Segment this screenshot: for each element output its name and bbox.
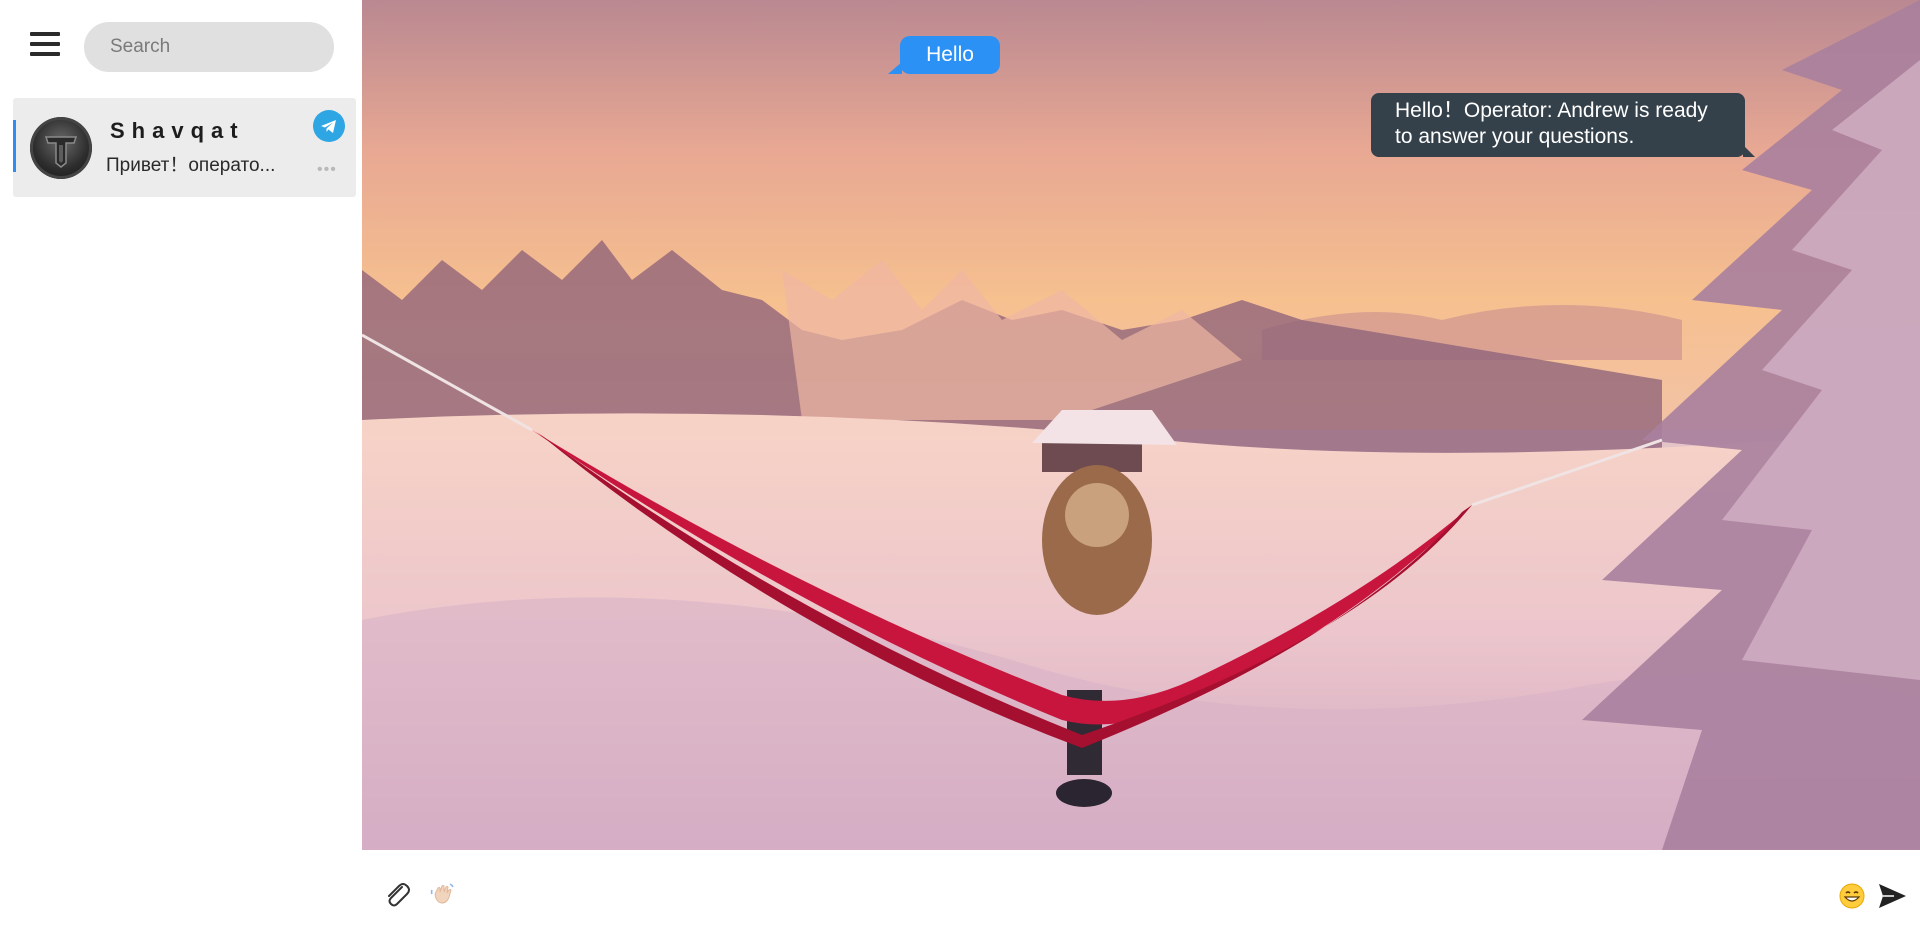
chat-list-item[interactable]: Shavqat Привет！операто... ••• — [13, 98, 356, 197]
composer — [362, 850, 1920, 942]
ellipsis-icon[interactable]: ••• — [317, 162, 337, 178]
avatar-emblem-icon — [44, 136, 78, 168]
avatar — [30, 117, 92, 179]
message-input[interactable] — [472, 872, 1776, 918]
outgoing-message: Hello — [888, 36, 1000, 74]
waving-hand-icon[interactable] — [428, 880, 456, 908]
bubble-tail — [1743, 145, 1755, 157]
telegram-icon — [313, 110, 345, 142]
active-indicator — [13, 120, 16, 172]
message-text: Hello！Operator: Andrew is ready to answe… — [1395, 99, 1708, 148]
bubble-tail — [888, 62, 902, 74]
sidebar: Shavqat Привет！операто... ••• — [0, 0, 362, 942]
chat-preview: Привет！операто... — [106, 155, 276, 176]
search-input[interactable] — [84, 22, 334, 72]
paperclip-icon[interactable] — [380, 878, 414, 912]
smiley-icon[interactable] — [1838, 882, 1866, 910]
hamburger-icon[interactable] — [30, 32, 60, 62]
message-text: Hello — [926, 43, 974, 66]
chat-name: Shavqat — [110, 118, 245, 143]
send-icon[interactable] — [1876, 880, 1908, 912]
incoming-message: Hello！Operator: Andrew is ready to answe… — [1371, 93, 1755, 157]
